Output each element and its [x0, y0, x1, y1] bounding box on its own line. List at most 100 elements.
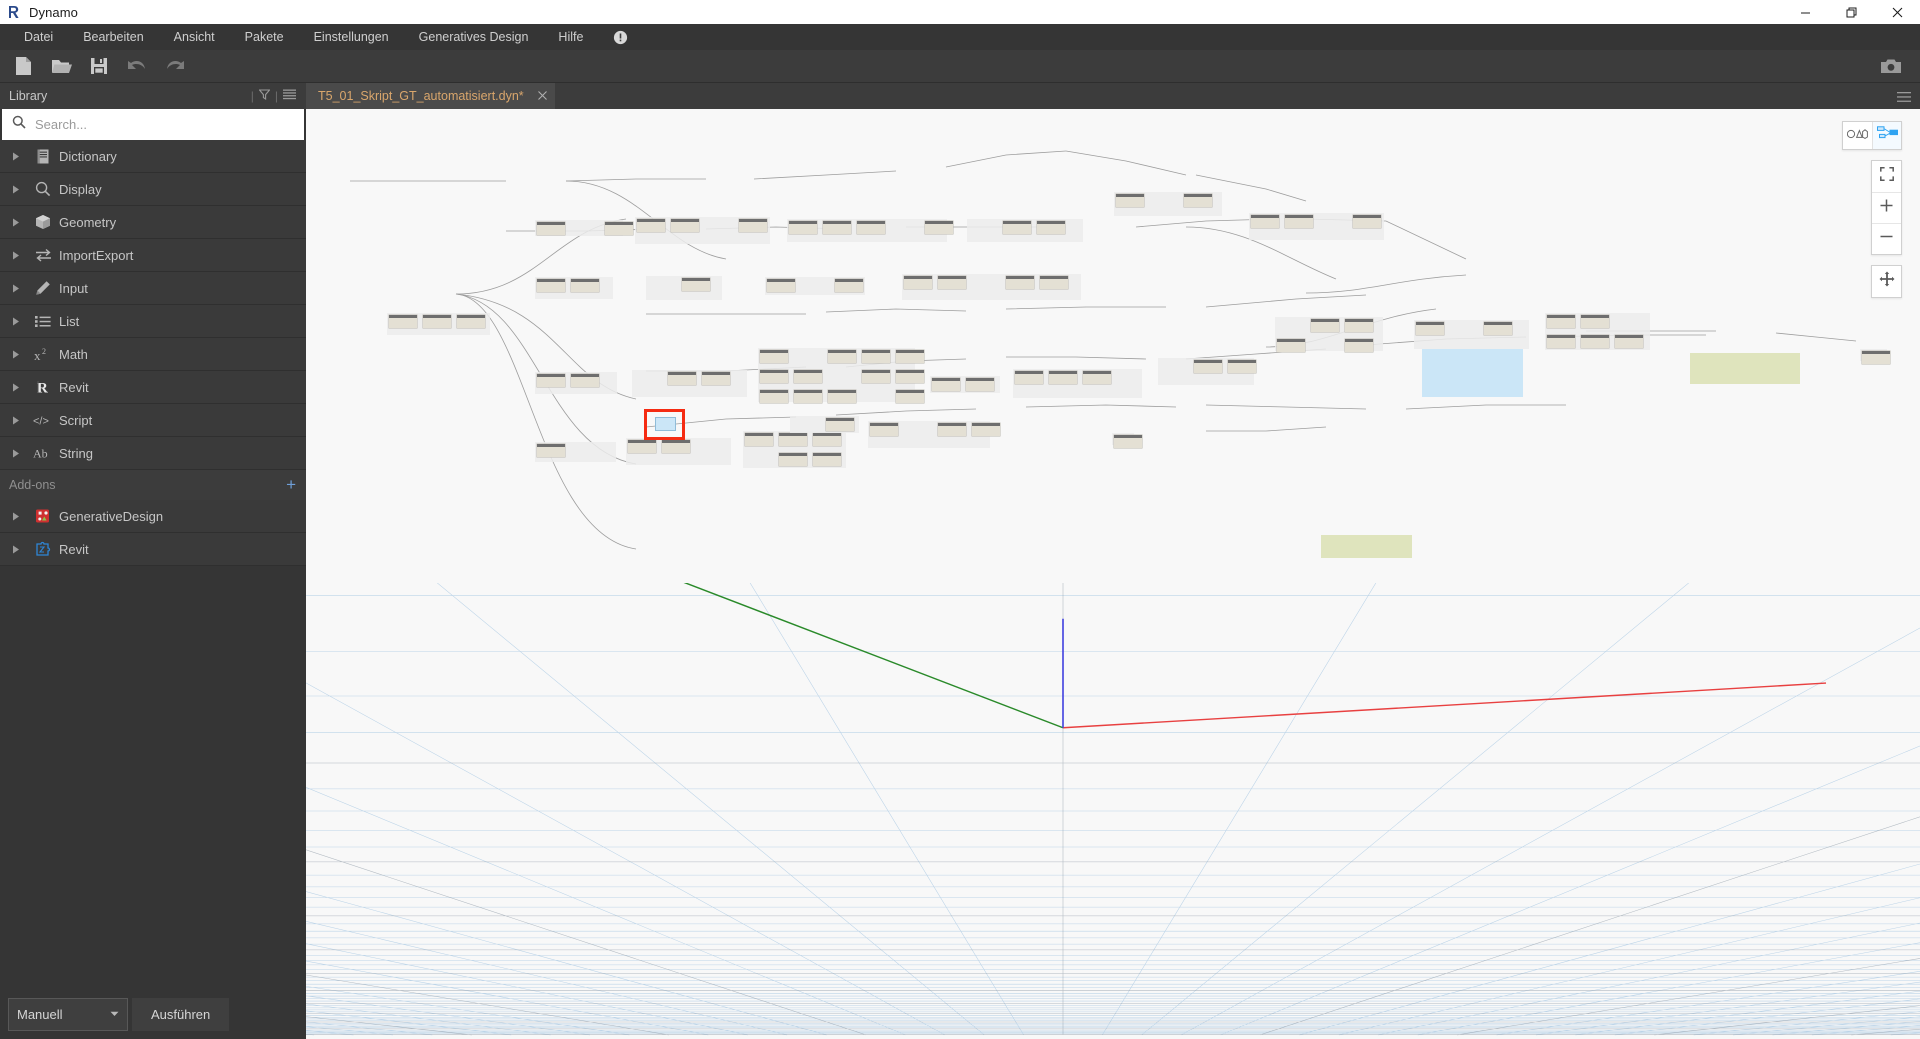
- graph-node[interactable]: [870, 423, 898, 436]
- node-cluster[interactable]: [930, 376, 1000, 393]
- filter-funnel-icon[interactable]: [258, 87, 271, 105]
- graph-canvas[interactable]: [306, 109, 1920, 1039]
- node-cluster[interactable]: [1249, 213, 1384, 240]
- node-cluster[interactable]: [1275, 317, 1383, 352]
- sidebar-item-script[interactable]: </> Script: [0, 404, 306, 437]
- node-cluster[interactable]: [535, 442, 616, 462]
- graph-node[interactable]: [628, 440, 656, 453]
- graph-node[interactable]: [779, 453, 807, 466]
- graph-node[interactable]: [571, 279, 599, 292]
- graph-node[interactable]: [938, 276, 966, 289]
- graph-node[interactable]: [904, 276, 932, 289]
- graph-node[interactable]: [1015, 371, 1043, 384]
- workspace-tab[interactable]: T5_01_Skript_GT_automatisiert.dyn*: [306, 83, 555, 109]
- graph-node[interactable]: [537, 444, 565, 457]
- open-file-button[interactable]: [46, 53, 76, 79]
- graph-node[interactable]: [1049, 371, 1077, 384]
- graph-node[interactable]: [389, 315, 417, 328]
- new-file-button[interactable]: [8, 53, 38, 79]
- addon-item-generativedesign[interactable]: GenerativeDesign: [0, 500, 306, 533]
- graph-node[interactable]: [745, 433, 773, 446]
- node-cluster[interactable]: [758, 348, 924, 403]
- library-search-bar[interactable]: [2, 109, 304, 140]
- graph-node[interactable]: [1547, 335, 1575, 348]
- geometry-preview-toggle[interactable]: [1843, 122, 1872, 149]
- zoom-to-fit-button[interactable]: [1872, 161, 1901, 192]
- sidebar-item-display[interactable]: Display: [0, 173, 306, 206]
- node-cluster[interactable]: [1112, 433, 1142, 448]
- graph-node[interactable]: [1184, 194, 1212, 207]
- sidebar-item-revit[interactable]: R Revit: [0, 371, 306, 404]
- graph-node[interactable]: [1862, 351, 1890, 364]
- graph-node[interactable]: [760, 370, 788, 383]
- graph-node[interactable]: [1037, 221, 1065, 234]
- node-cluster[interactable]: [626, 438, 731, 465]
- menu-bearbeiten[interactable]: Bearbeiten: [69, 25, 157, 49]
- sidebar-item-string[interactable]: Ab String: [0, 437, 306, 470]
- graph-node[interactable]: [1040, 276, 1068, 289]
- node-cluster[interactable]: [1013, 369, 1142, 398]
- graph-node[interactable]: [1615, 335, 1643, 348]
- node-cluster[interactable]: [1414, 320, 1529, 349]
- zoom-out-button[interactable]: [1872, 223, 1901, 254]
- graph-node[interactable]: [1581, 335, 1609, 348]
- graph-node[interactable]: [932, 378, 960, 391]
- hamburger-menu-icon[interactable]: [1897, 90, 1911, 108]
- graph-node[interactable]: [896, 370, 924, 383]
- graph-node[interactable]: [423, 315, 451, 328]
- graph-node[interactable]: [662, 440, 690, 453]
- graph-node[interactable]: [972, 423, 1000, 436]
- graph-node[interactable]: [1547, 315, 1575, 328]
- graph-node[interactable]: [668, 372, 696, 385]
- graph-node[interactable]: [760, 390, 788, 403]
- graph-node[interactable]: [857, 221, 885, 234]
- graph-node[interactable]: [1116, 194, 1144, 207]
- graph-node[interactable]: [794, 370, 822, 383]
- graph-node[interactable]: [1277, 339, 1305, 352]
- graph-node[interactable]: [828, 390, 856, 403]
- graph-node[interactable]: [813, 453, 841, 466]
- graph-node[interactable]: [537, 374, 565, 387]
- node-cluster[interactable]: [902, 274, 1081, 300]
- graph-node[interactable]: [537, 279, 565, 292]
- run-button[interactable]: Ausführen: [132, 998, 230, 1031]
- graph-node[interactable]: [779, 433, 807, 446]
- node-cluster[interactable]: [1114, 192, 1222, 216]
- graph-node[interactable]: [835, 279, 863, 292]
- graph-node[interactable]: [1251, 215, 1279, 228]
- graph-node[interactable]: [739, 219, 767, 232]
- graph-node[interactable]: [823, 221, 851, 234]
- node-group-blue[interactable]: [1422, 349, 1523, 397]
- sidebar-item-geometry[interactable]: Geometry: [0, 206, 306, 239]
- sidebar-item-importexport[interactable]: ImportExport: [0, 239, 306, 272]
- node-cluster[interactable]: [765, 277, 865, 295]
- graph-node[interactable]: [1311, 319, 1339, 332]
- node-cluster[interactable]: [790, 416, 859, 433]
- graph-node[interactable]: [1003, 221, 1031, 234]
- node-cluster[interactable]: [967, 219, 1083, 242]
- node-cluster[interactable]: [535, 220, 633, 236]
- graph-node[interactable]: [682, 278, 710, 291]
- addon-item-revit[interactable]: Revit: [0, 533, 306, 566]
- graph-node[interactable]: [1285, 215, 1313, 228]
- graph-node[interactable]: [896, 350, 924, 363]
- graph-node[interactable]: [702, 372, 730, 385]
- node-cluster[interactable]: [1545, 313, 1650, 350]
- graph-node[interactable]: [1228, 360, 1256, 373]
- node-cluster[interactable]: [646, 276, 722, 300]
- graph-node[interactable]: [789, 221, 817, 234]
- graph-node[interactable]: [896, 390, 924, 403]
- graph-node[interactable]: [605, 222, 633, 235]
- node-cluster[interactable]: [868, 421, 1000, 448]
- graph-node[interactable]: [767, 279, 795, 292]
- node-group-green-upper[interactable]: [1690, 353, 1800, 384]
- graph-node[interactable]: [1006, 276, 1034, 289]
- graph-node[interactable]: [1416, 322, 1444, 335]
- selected-node[interactable]: [655, 417, 676, 431]
- node-group-green-lower[interactable]: [1321, 535, 1412, 558]
- sidebar-item-input[interactable]: Input: [0, 272, 306, 305]
- redo-button[interactable]: [160, 53, 190, 79]
- graph-node[interactable]: [671, 219, 699, 232]
- menu-generatives-design[interactable]: Generatives Design: [405, 25, 543, 49]
- graph-node[interactable]: [457, 315, 485, 328]
